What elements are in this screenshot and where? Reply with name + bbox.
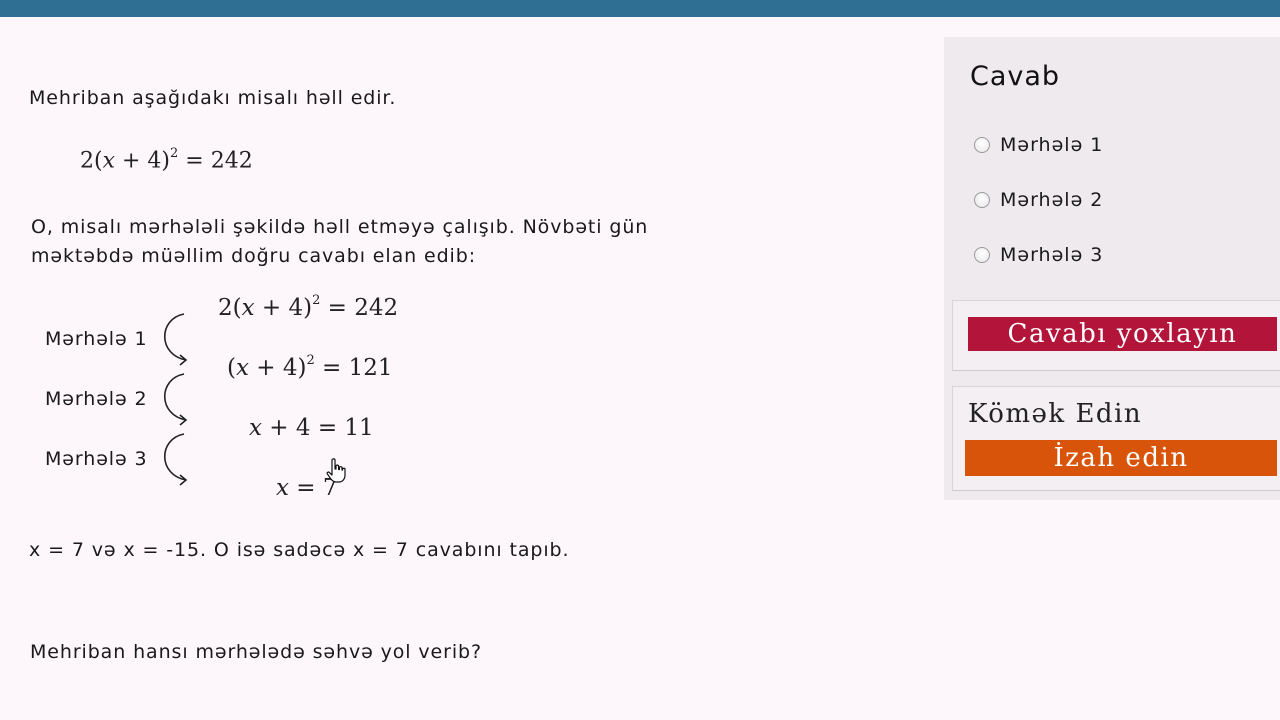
answer-panel: Cavab Mərhələ 1 Mərhələ 2 Mərhələ 3 Cava… [944,37,1280,500]
step-label-3: Mərhələ 3 [45,448,148,470]
top-bar [0,0,1280,17]
option-step-1[interactable]: Mərhələ 1 [974,132,1103,158]
radio-button[interactable] [974,192,990,208]
answer-note: x = 7 və x = -15. O isə sadəcə x = 7 cav… [29,539,570,561]
radio-button[interactable] [974,137,990,153]
chain-equation-2: (x + 4)2 = 121 [227,353,393,381]
chain-equation-1: 2(x + 4)2 = 242 [218,293,399,321]
option-label: Mərhələ 2 [1000,189,1104,211]
radio-button[interactable] [974,247,990,263]
question-prompt: Mehriban hansı mərhələdə səhvə yol verib… [30,641,482,663]
curved-arrow-icon [163,313,187,361]
hand-cursor-icon [326,458,346,483]
question-area: Mehriban aşağıdakı misalı həll edir. 2(x… [0,17,940,720]
help-box: Kömək Edin İzah edin [952,386,1280,491]
check-answer-button[interactable]: Cavabı yoxlayın [968,317,1277,351]
curved-arrow-icon [163,373,187,421]
description-line-1: O, misalı mərhələli şəkildə həll etməyə … [31,216,649,238]
option-label: Mərhələ 3 [1000,244,1104,266]
explain-button[interactable]: İzah edin [965,440,1277,476]
option-step-2[interactable]: Mərhələ 2 [974,187,1103,213]
option-step-3[interactable]: Mərhələ 3 [974,242,1103,268]
option-label: Mərhələ 1 [1000,134,1104,156]
chain-equation-3: x + 4 = 11 [249,415,374,441]
step-label-1: Mərhələ 1 [45,328,148,350]
step-arrows [163,313,188,486]
check-box: Cavabı yoxlayın [952,300,1280,371]
main-equation: 2(x + 4)2 = 242 [80,146,253,174]
step-label-2: Mərhələ 2 [45,388,148,410]
help-title: Kömək Edin [968,399,1143,429]
intro-text: Mehriban aşağıdakı misalı həll edir. [29,87,397,109]
panel-title: Cavab [970,61,1061,92]
curved-arrow-icon [163,433,187,481]
description-line-2: məktəbdə müəllim doğru cavabı elan edib: [31,245,476,267]
